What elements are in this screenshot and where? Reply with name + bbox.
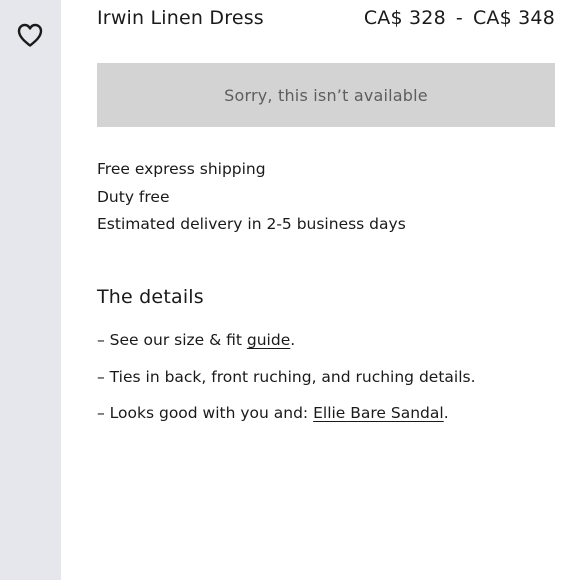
price-max: CA$ 348 [472, 7, 555, 29]
size-guide-link[interactable]: guide [247, 331, 290, 349]
details-item-text: – Ties in back, front ruching, and ruchi… [97, 367, 476, 386]
price-range: CA$ 328- CA$ 348 [364, 7, 555, 29]
unavailable-button[interactable]: Sorry, this isn’t available [97, 63, 555, 127]
wishlist-button[interactable] [14, 20, 46, 50]
heart-outline-icon [17, 23, 43, 47]
shipping-line-express: Free express shipping [97, 160, 266, 178]
details-item-text: – Looks good with you and: [97, 404, 314, 422]
ellie-bare-sandal-link[interactable]: Ellie Bare Sandal [313, 404, 444, 422]
details-item-size-fit: – See our size & fit guide. [97, 328, 555, 365]
details-item-pairing: – Looks good with you and: Ellie Bare Sa… [97, 401, 555, 438]
details-item-text: – See our size & fit [97, 331, 247, 349]
details-item-ties: – Ties in back, front ruching, and ruchi… [97, 365, 555, 402]
details-list: – See our size & fit guide. – Ties in ba… [97, 328, 555, 438]
shipping-line-duty: Duty free [97, 187, 170, 206]
details-item-suffix: . [443, 404, 449, 422]
details-heading: The details [97, 286, 204, 308]
shipping-info: Free express shipping Duty free Estimate… [97, 156, 555, 239]
shipping-line-delivery: Estimated delivery in 2-5 business days [97, 215, 406, 233]
details-item-suffix: . [290, 331, 296, 349]
price-min: CA$ 328 [363, 7, 446, 29]
left-rail [0, 0, 61, 580]
product-name: Irwin Linen Dress [97, 7, 264, 29]
product-header: Irwin Linen Dress CA$ 328- CA$ 348 [97, 4, 555, 32]
price-separator: - [455, 7, 463, 29]
